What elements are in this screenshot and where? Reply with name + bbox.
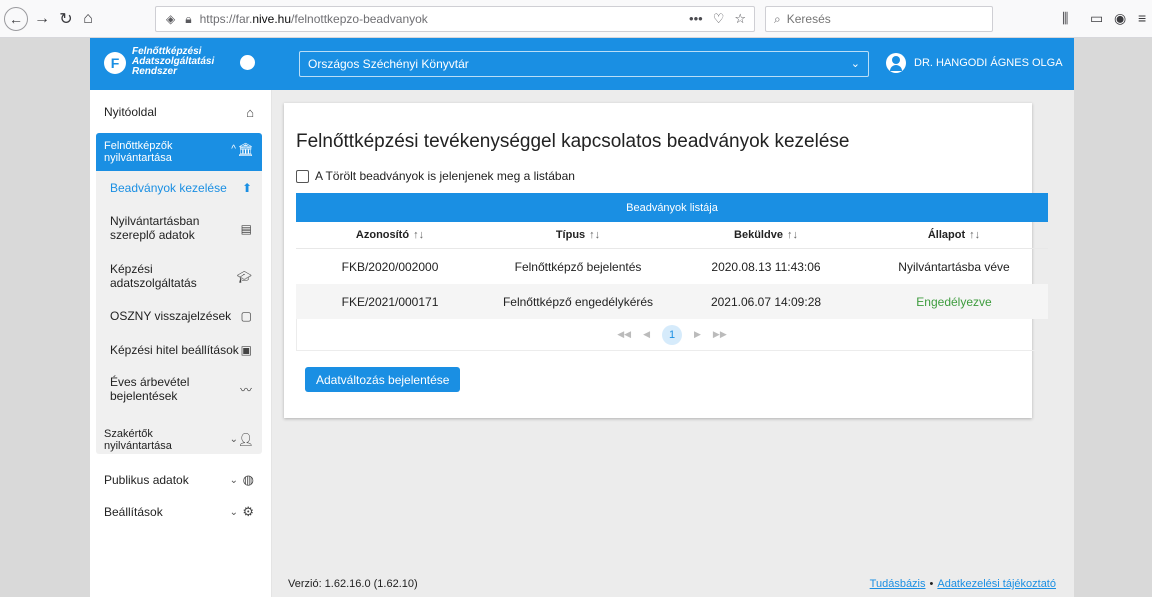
column-header-azonosito[interactable]: Azonosító ↑↓ <box>296 229 484 241</box>
footer-separator: • <box>929 578 934 590</box>
sidebar-item-beallitasok[interactable]: Beállítások ⌄ ⚙ <box>90 502 272 522</box>
page-number-current[interactable]: 1 <box>662 324 682 345</box>
column-header-allapot[interactable]: Állapot ↑↓ <box>860 229 1048 241</box>
cell-allapot: Nyilvántartásba véve <box>898 259 1010 274</box>
user-name[interactable]: DR. HANGODI ÁGNES OLGA <box>914 57 1063 69</box>
show-deleted-row: A Törölt beadványok is jelenjenek meg a … <box>296 169 575 183</box>
person-icon: 👤︎ <box>237 432 254 447</box>
home-icon: ⌂ <box>246 104 254 120</box>
sort-icon: ↑↓ <box>589 229 601 241</box>
column-header-bekuldve[interactable]: Beküldve ↑↓ <box>672 229 860 241</box>
menu-icon[interactable]: ≡ <box>1138 10 1146 26</box>
reload-icon[interactable]: ↻ <box>56 9 76 29</box>
knowledge-base-link[interactable]: Tudásbázis <box>870 578 926 590</box>
app-logo[interactable]: F <box>104 52 126 74</box>
forward-arrow-icon[interactable]: → <box>32 9 52 29</box>
extension-icon[interactable]: ◉ <box>1114 10 1126 27</box>
page-actions-icon[interactable]: ••• <box>689 11 703 27</box>
chevron-down-icon: ⌄ <box>229 506 238 518</box>
upload-icon: ⬆ <box>241 181 252 195</box>
prev-page-icon[interactable]: ◀ <box>643 329 650 340</box>
sidebar-subitem-kepzesi-adatszolg[interactable]: Képzési adatszolgáltatás 🎓︎ <box>96 262 262 290</box>
sidebar-item-felnottkepzok[interactable]: Felnőttképzők nyilvántartása ^ 🏛︎ <box>96 133 262 171</box>
back-arrow-icon[interactable]: ← <box>4 7 28 31</box>
report-change-button[interactable]: Adatváltozás bejelentése <box>305 367 461 392</box>
app-header: F Felnőttképzési Adatszolgáltatási Rends… <box>90 38 1074 90</box>
url-text: https://far.nive.hu/felnottkepzo-beadvan… <box>199 12 428 26</box>
pagination: ◀◀ ◀ 1 ▶ ▶▶ <box>296 319 1048 351</box>
sidebar-item-publikus[interactable]: Publikus adatok ⌄ ◍ <box>90 470 272 490</box>
search-bar[interactable]: ⌕ <box>765 6 993 32</box>
sort-icon: ↑↓ <box>413 229 425 241</box>
first-page-icon[interactable]: ◀◀ <box>617 329 631 340</box>
sidebar-toggle-icon[interactable]: ▭ <box>1090 10 1103 27</box>
last-page-icon[interactable]: ▶▶ <box>713 329 727 340</box>
shield-icon: ◈ <box>166 12 176 26</box>
show-deleted-checkbox[interactable] <box>296 169 309 183</box>
browser-toolbar: ← → ↻ ⌂ ◈ 🔒︎ https://far.nive.hu/felnott… <box>0 0 1152 38</box>
sidebar-subitem-beadvanyok[interactable]: Beadványok kezelése ⬆ <box>96 181 262 195</box>
sidebar-subitem-oszny[interactable]: OSZNY visszajelzések ▢ <box>96 309 262 323</box>
chevron-down-icon: ⌄ <box>229 474 238 486</box>
sort-icon: ↑↓ <box>969 229 981 241</box>
globe-icon: ◍ <box>242 472 254 487</box>
table-row[interactable]: FKB/2020/002000 Felnőttképző bejelentés … <box>296 249 1048 284</box>
search-icon: ⌕ <box>774 11 781 26</box>
submissions-card: Felnőttképzési tevékenységgel kapcsolato… <box>284 103 1048 418</box>
institution-icon: 🏛︎ <box>237 142 254 157</box>
graduation-cap-icon: 🎓︎ <box>236 270 252 284</box>
column-header-tipus[interactable]: Típus ↑↓ <box>484 229 672 241</box>
cell-tipus: Felnőttképző bejelentés <box>514 259 642 274</box>
page-gutter-right <box>1074 38 1152 597</box>
version-text: Verzió: 1.62.16.0 (1.62.10) <box>288 578 418 590</box>
table-title: Beadványok listája <box>296 193 1048 222</box>
bookmark-star-icon[interactable]: ☆ <box>734 11 746 27</box>
chevron-down-icon: ⌄ <box>850 58 860 70</box>
menu-toggle-dot[interactable] <box>240 55 255 70</box>
wallet-icon: ▣ <box>240 343 252 357</box>
show-deleted-label[interactable]: A Törölt beadványok is jelenjenek meg a … <box>315 169 575 183</box>
submissions-table: Beadványok listája Azonosító ↑↓ Típus ↑↓ B… <box>296 193 1048 351</box>
table-row[interactable]: FKE/2021/000171 Felnőttképző engedélykér… <box>296 284 1048 319</box>
main-content: Felnőttképzési tevékenységgel kapcsolato… <box>272 90 1074 597</box>
organization-select[interactable]: Országos Széchényi Könyvtár ⌄ <box>299 51 869 77</box>
sidebar-item-home[interactable]: Nyitóoldal ⌂ <box>90 102 272 122</box>
list-icon: ▤ <box>240 222 252 236</box>
search-input[interactable] <box>786 12 977 26</box>
inbox-icon: ▢ <box>240 309 252 323</box>
library-icon[interactable]: ⫼ <box>1062 10 1068 27</box>
cell-bekuldve: 2021.06.07 14:09:28 <box>710 294 822 309</box>
pocket-icon[interactable]: ♡ <box>713 11 725 27</box>
cell-bekuldve: 2020.08.13 11:43:06 <box>711 259 821 274</box>
app-name: Felnőttképzési Adatszolgáltatási Rendsze… <box>132 46 215 77</box>
sidebar-subitem-arbevetel[interactable]: Éves árbevétel bejelentések 〰 <box>96 375 262 403</box>
page-title: Felnőttképzési tevékenységgel kapcsolato… <box>296 131 850 152</box>
cell-tipus: Felnőttképző engedélykérés <box>502 294 654 309</box>
privacy-link[interactable]: Adatkezelési tájékoztató <box>937 578 1056 590</box>
lock-icon: 🔒︎ <box>185 11 192 26</box>
gear-icon: ⚙ <box>242 504 254 519</box>
address-bar[interactable]: ◈ 🔒︎ https://far.nive.hu/felnottkepzo-be… <box>155 6 755 32</box>
footer-links: Tudásbázis • Adatkezelési tájékoztató <box>870 578 1056 590</box>
sidebar-item-szakertok[interactable]: Szakértők nyilvántartása ⌄ 👤︎ <box>90 426 272 454</box>
organization-select-value: Országos Széchényi Könyvtár <box>308 57 469 71</box>
user-account-icon[interactable] <box>886 53 906 73</box>
chevron-up-icon: ^ <box>231 144 236 155</box>
cell-azonosito: FKB/2020/002000 <box>341 259 439 274</box>
next-page-icon[interactable]: ▶ <box>694 329 701 340</box>
home-icon[interactable]: ⌂ <box>78 9 98 29</box>
trending-icon: 〰 <box>239 383 252 397</box>
cell-azonosito: FKE/2021/000171 <box>341 294 439 309</box>
sidebar-subitem-nyilvantartas[interactable]: Nyilvántartásban szereplő adatok ▤ <box>96 214 262 242</box>
cell-allapot: Engedélyezve <box>916 294 992 309</box>
sidebar-subitem-kepzesi-hitel[interactable]: Képzési hitel beállítások ▣ <box>96 343 262 357</box>
page-gutter-left <box>0 38 90 597</box>
sort-icon: ↑↓ <box>786 229 798 241</box>
sidebar: Nyitóoldal ⌂ Felnőttképzők nyilvántartás… <box>90 90 272 597</box>
table-header-row: Azonosító ↑↓ Típus ↑↓ Beküldve ↑↓ Állapot ↑↓ <box>296 222 1048 249</box>
